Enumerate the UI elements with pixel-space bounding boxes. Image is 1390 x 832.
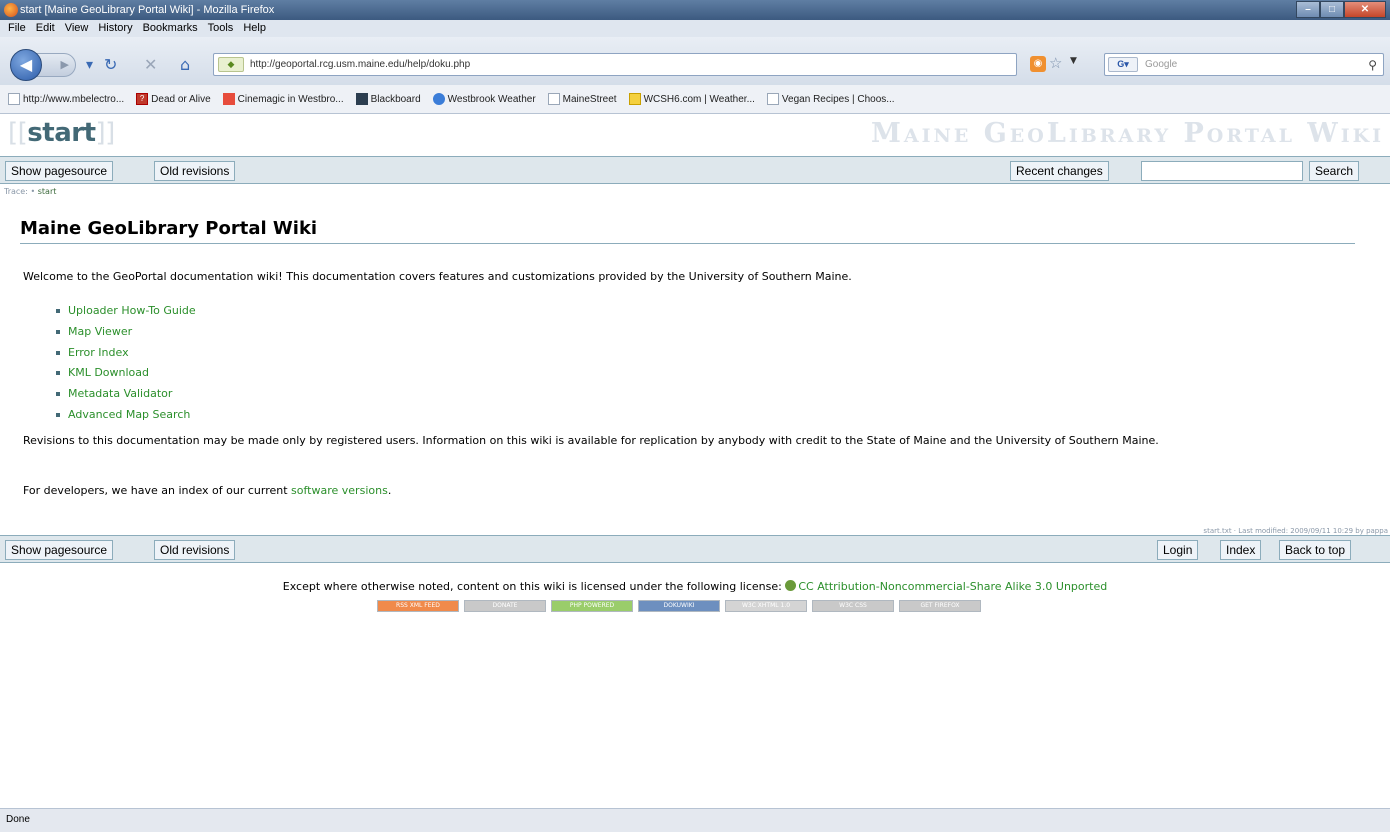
url-bar[interactable]: ◆ http://geoportal.rcg.usm.maine.edu/hel…: [213, 53, 1017, 76]
bookmark-item[interactable]: Westbrook Weather: [427, 93, 542, 105]
link-metadata-validator[interactable]: Metadata Validator: [68, 387, 172, 400]
index-button[interactable]: Index: [1220, 540, 1262, 560]
dropdown-history-icon[interactable]: ▾: [86, 53, 93, 77]
site-identity-icon[interactable]: ◆: [218, 57, 244, 72]
question-icon: ?: [136, 93, 149, 105]
show-pagesource-button[interactable]: Show pagesource: [5, 540, 114, 560]
menu-edit[interactable]: Edit: [36, 20, 55, 37]
status-text: Done: [6, 814, 30, 825]
developers-paragraph: For developers, we have an index of our …: [23, 484, 392, 497]
wiki-logo[interactable]: Maine GeoLibrary Portal Wiki: [871, 118, 1384, 149]
reload-icon[interactable]: ↻: [104, 53, 117, 77]
wiki-search-input[interactable]: [1141, 161, 1303, 181]
link-error-index[interactable]: Error Index: [68, 346, 129, 359]
creative-commons-icon: [785, 580, 797, 591]
link-kml-download[interactable]: KML Download: [68, 366, 149, 379]
bookmark-item[interactable]: MaineStreet: [542, 93, 623, 105]
revisions-paragraph: Revisions to this documentation may be m…: [23, 434, 1159, 447]
list-item: Metadata Validator: [56, 384, 196, 405]
login-button[interactable]: Login: [1157, 540, 1199, 560]
bookmark-item[interactable]: Blackboard: [350, 93, 427, 105]
status-bar: Done: [0, 808, 1390, 832]
menu-help[interactable]: Help: [243, 20, 266, 37]
chevron-down-icon[interactable]: ▼: [1070, 56, 1077, 66]
license-link[interactable]: CC Attribution-Noncommercial-Share Alike…: [798, 580, 1107, 593]
license-notice: Except where otherwise noted, content on…: [282, 580, 1108, 593]
back-to-top-button[interactable]: Back to top: [1279, 540, 1352, 560]
page-icon: [8, 93, 20, 105]
css-badge[interactable]: W3C CSS: [812, 600, 894, 612]
close-window-button[interactable]: ✕: [1344, 1, 1386, 18]
window-titlebar: start [Maine GeoLibrary Portal Wiki] - M…: [0, 0, 1390, 20]
web-search-input[interactable]: G▾ Google ⚲: [1104, 53, 1384, 76]
search-icon[interactable]: ⚲: [1368, 55, 1377, 76]
search-button[interactable]: Search: [1309, 161, 1360, 181]
intro-paragraph: Welcome to the GeoPortal documentation w…: [23, 270, 852, 283]
weather-icon: [432, 93, 445, 105]
list-item: Error Index: [56, 343, 196, 364]
url-text: http://geoportal.rcg.usm.maine.edu/help/…: [250, 59, 471, 70]
minimize-button[interactable]: –: [1296, 1, 1320, 18]
page-title[interactable]: [[start]]: [8, 118, 115, 148]
breadcrumb: Trace: • start: [4, 187, 57, 196]
donate-badge[interactable]: DONATE: [464, 600, 546, 612]
nbc-icon: [628, 93, 641, 105]
list-item: KML Download: [56, 363, 196, 384]
bookmark-item[interactable]: Vegan Recipes | Choos...: [761, 93, 901, 105]
menu-view[interactable]: View: [65, 20, 89, 37]
forward-button[interactable]: ▶: [36, 53, 76, 77]
old-revisions-button[interactable]: Old revisions: [154, 161, 236, 181]
bookmark-item[interactable]: ? Dead or Alive: [130, 93, 216, 105]
recent-changes-button[interactable]: Recent changes: [1010, 161, 1109, 181]
maximize-button[interactable]: □: [1320, 1, 1344, 18]
web-search-placeholder: Google: [1145, 59, 1178, 70]
page-icon: [766, 93, 779, 105]
php-badge[interactable]: PHP POWERED: [551, 600, 633, 612]
list-item: Map Viewer: [56, 322, 196, 343]
rss-feed-icon[interactable]: ◉: [1030, 56, 1046, 72]
window-title: start [Maine GeoLibrary Portal Wiki] - M…: [20, 4, 275, 16]
show-pagesource-button[interactable]: Show pagesource: [5, 161, 114, 181]
blackboard-icon: [355, 93, 368, 105]
wiki-header: [[start]] Maine GeoLibrary Portal Wiki: [0, 114, 1390, 156]
doc-link-list: Uploader How-To Guide Map Viewer Error I…: [56, 301, 196, 426]
window-controls: – □ ✕: [1296, 1, 1386, 18]
navigation-toolbar: ▶ ◀ ▾ ↻ ✕ ⌂ ◆ http://geoportal.rcg.usm.m…: [0, 37, 1390, 85]
breadcrumb-link[interactable]: start: [38, 187, 57, 196]
bookmarks-toolbar: http://www.mbelectro... ? Dead or Alive C…: [0, 85, 1390, 114]
menu-history[interactable]: History: [98, 20, 132, 37]
old-revisions-button[interactable]: Old revisions: [154, 540, 236, 560]
bottom-action-bar: Show pagesource Old revisions Login Inde…: [0, 535, 1390, 563]
link-uploader-guide[interactable]: Uploader How-To Guide: [68, 304, 196, 317]
home-icon[interactable]: ⌂: [180, 53, 190, 77]
bookmark-item[interactable]: http://www.mbelectro...: [2, 93, 130, 105]
firefox-badge[interactable]: GET FIREFOX: [899, 600, 981, 612]
list-item: Uploader How-To Guide: [56, 301, 196, 322]
menu-tools[interactable]: Tools: [208, 20, 234, 37]
menu-bar: File Edit View History Bookmarks Tools H…: [0, 20, 1390, 37]
doc-info: start.txt · Last modified: 2009/09/11 10…: [1203, 527, 1388, 535]
link-advanced-map-search[interactable]: Advanced Map Search: [68, 408, 190, 421]
bookmark-item[interactable]: Cinemagic in Westbro...: [217, 93, 350, 105]
dokuwiki-badge[interactable]: DOKUWIKI: [638, 600, 720, 612]
page-content: Maine GeoLibrary Portal Wiki Welcome to …: [20, 218, 1360, 497]
software-versions-link[interactable]: software versions: [291, 484, 388, 497]
link-map-viewer[interactable]: Map Viewer: [68, 325, 132, 338]
page-icon: [547, 93, 560, 105]
menu-bookmarks[interactable]: Bookmarks: [143, 20, 198, 37]
search-engine-icon[interactable]: G▾: [1108, 57, 1138, 72]
top-action-bar: Show pagesource Old revisions Recent cha…: [0, 156, 1390, 184]
badge-row: RSS XML FEED DONATE PHP POWERED DOKUWIKI…: [377, 600, 981, 612]
firefox-icon: [4, 3, 18, 17]
stop-icon[interactable]: ✕: [144, 53, 157, 77]
bookmark-star-icon[interactable]: ☆: [1049, 54, 1062, 72]
menu-file[interactable]: File: [8, 20, 26, 37]
xhtml-badge[interactable]: W3C XHTML 1.0: [725, 600, 807, 612]
cinema-icon: [222, 93, 235, 105]
list-item: Advanced Map Search: [56, 405, 196, 426]
rss-badge[interactable]: RSS XML FEED: [377, 600, 459, 612]
page-heading: Maine GeoLibrary Portal Wiki: [20, 218, 1355, 244]
bookmark-item[interactable]: WCSH6.com | Weather...: [623, 93, 761, 105]
back-button[interactable]: ◀: [10, 49, 42, 81]
